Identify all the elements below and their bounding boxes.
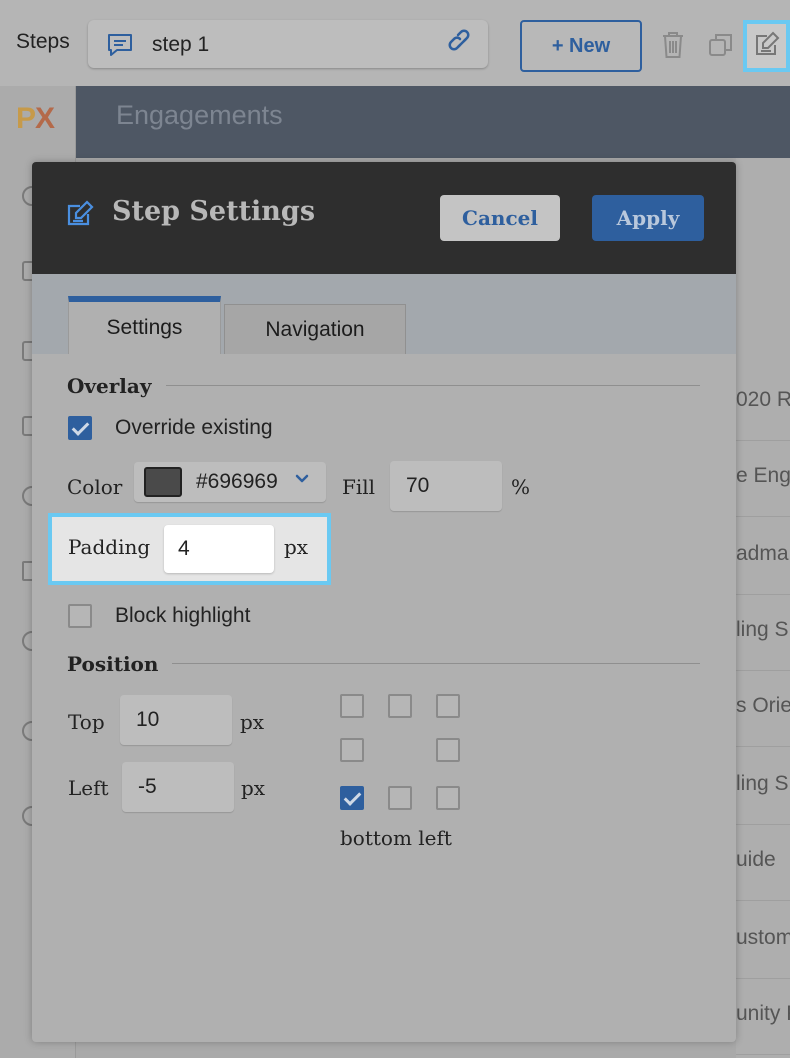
anchor-top-right-checkbox[interactable] xyxy=(436,694,460,718)
step-settings-button[interactable] xyxy=(743,20,790,72)
anchor-top-center-checkbox[interactable] xyxy=(388,694,412,718)
top-unit: px xyxy=(240,710,265,734)
step-selector[interactable]: step 1 xyxy=(88,20,488,68)
override-existing-checkbox[interactable] xyxy=(68,416,92,440)
list-divider xyxy=(736,824,790,825)
list-divider xyxy=(736,670,790,671)
list-item: ustom xyxy=(736,926,790,949)
left-unit: px xyxy=(241,776,266,800)
engagement-list-background xyxy=(736,158,790,1058)
override-existing-label: Override existing xyxy=(115,416,273,439)
list-item: e Enga xyxy=(736,464,790,487)
step-name: step 1 xyxy=(152,33,210,56)
list-divider xyxy=(736,978,790,979)
modal-header: Step Settings Cancel Apply xyxy=(32,162,736,274)
anchor-middle-right-checkbox[interactable] xyxy=(436,738,460,762)
list-item: ling S xyxy=(736,772,789,795)
padding-unit: px xyxy=(284,535,309,559)
new-step-button[interactable]: + New xyxy=(520,20,642,72)
section-divider xyxy=(166,385,700,386)
padding-input[interactable]: 4 xyxy=(164,525,274,573)
anchor-bottom-right-checkbox[interactable] xyxy=(436,786,460,810)
anchor-middle-left-checkbox[interactable] xyxy=(340,738,364,762)
block-highlight-label: Block highlight xyxy=(115,604,251,627)
overlay-section-title: Overlay xyxy=(67,374,152,398)
link-icon[interactable] xyxy=(448,29,476,62)
left-input[interactable]: -5 xyxy=(122,762,234,812)
fill-unit: % xyxy=(511,475,531,499)
edit-icon xyxy=(753,30,781,63)
list-divider xyxy=(736,594,790,595)
steps-label: Steps xyxy=(16,30,70,53)
list-divider xyxy=(736,746,790,747)
apply-button[interactable]: Apply xyxy=(592,195,704,241)
list-item: adma xyxy=(736,542,789,565)
modal-tabs: Settings Navigation xyxy=(32,274,736,354)
list-divider xyxy=(736,1054,790,1055)
color-picker[interactable]: #696969 xyxy=(134,462,326,502)
list-item: ling S xyxy=(736,618,789,641)
anchor-bottom-center-checkbox[interactable] xyxy=(388,786,412,810)
fill-label: Fill xyxy=(342,475,376,499)
edit-icon xyxy=(66,200,96,233)
color-label: Color xyxy=(67,475,123,499)
list-item: 020 R xyxy=(736,388,790,411)
list-item: s Orie xyxy=(736,694,790,717)
tab-settings[interactable]: Settings xyxy=(68,296,221,354)
padding-label: Padding xyxy=(68,535,151,559)
position-section-title: Position xyxy=(67,652,159,676)
color-swatch xyxy=(144,467,182,497)
list-divider xyxy=(736,900,790,901)
color-value: #696969 xyxy=(196,470,278,493)
list-divider xyxy=(736,440,790,441)
chevron-down-icon xyxy=(294,472,310,490)
step-settings-modal: Step Settings Cancel Apply Settings Navi… xyxy=(32,162,736,1042)
tab-navigation[interactable]: Navigation xyxy=(224,304,406,354)
list-item: uide xyxy=(736,848,776,871)
top-input[interactable]: 10 xyxy=(120,695,232,745)
anchor-top-left-checkbox[interactable] xyxy=(340,694,364,718)
padding-row: Padding 4 px xyxy=(48,513,331,585)
modal-title: Step Settings xyxy=(112,196,316,227)
anchor-bottom-left-checkbox[interactable] xyxy=(340,786,364,810)
top-label: Top xyxy=(68,710,105,734)
duplicate-icon[interactable] xyxy=(708,32,734,63)
px-logo: PX xyxy=(16,102,55,135)
list-divider xyxy=(736,516,790,517)
block-highlight-checkbox[interactable] xyxy=(68,604,92,628)
app-page-title: Engagements xyxy=(116,100,283,130)
left-label: Left xyxy=(68,776,109,800)
trash-icon[interactable] xyxy=(660,30,686,65)
list-item: unity F xyxy=(736,1002,790,1025)
cancel-button[interactable]: Cancel xyxy=(440,195,560,241)
chat-bubble-icon xyxy=(106,32,134,63)
fill-input[interactable]: 70 xyxy=(390,461,502,511)
section-divider xyxy=(172,663,700,664)
anchor-caption: bottom left xyxy=(340,826,452,850)
